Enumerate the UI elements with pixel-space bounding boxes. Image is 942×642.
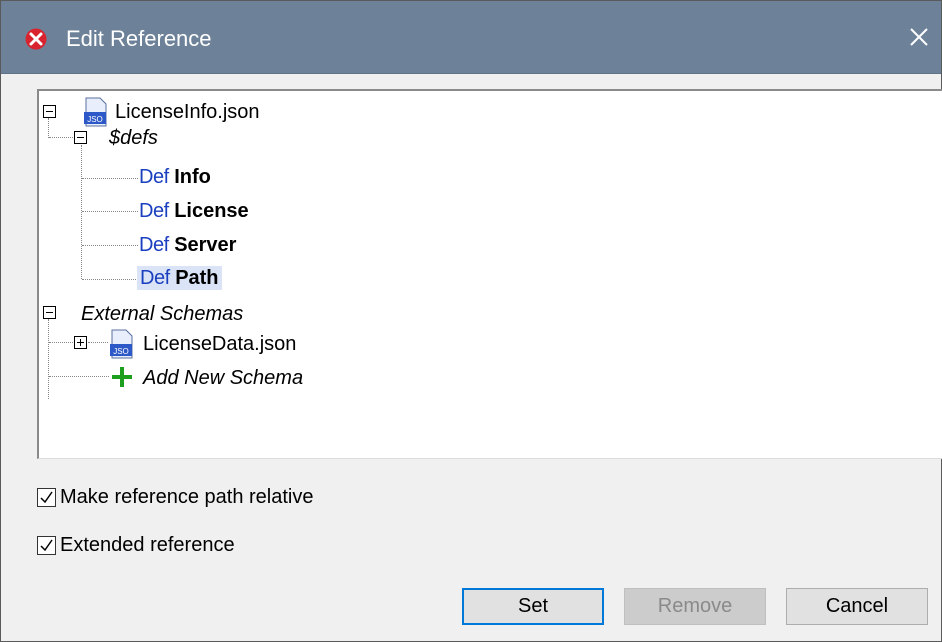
- json-badge-text: JSO: [87, 115, 103, 124]
- extended-reference-label: Extended reference: [60, 534, 235, 556]
- defs-group[interactable]: $defs: [109, 126, 158, 150]
- def-label: Info: [174, 166, 211, 188]
- relative-path-label: Make reference path relative: [60, 486, 314, 508]
- checkmark-icon: [40, 491, 53, 504]
- dialog-title: Edit Reference: [66, 26, 212, 51]
- add-plus-icon[interactable]: [111, 366, 133, 388]
- def-prefix: Def: [140, 267, 170, 289]
- def-prefix: Def: [139, 166, 169, 188]
- tree-line: [49, 137, 73, 138]
- remove-button[interactable]: Remove: [624, 588, 766, 625]
- tree-line: [49, 342, 73, 343]
- relative-path-option[interactable]: Make reference path relative: [37, 486, 313, 509]
- def-item[interactable]: Def Info: [139, 165, 211, 189]
- tree-line: [82, 211, 138, 212]
- tree-line: [48, 319, 49, 377]
- def-label: Server: [174, 234, 237, 256]
- schema-tree[interactable]: JSO LicenseInfo.json $defs Def Info Def …: [37, 89, 942, 459]
- tree-line: [82, 178, 138, 179]
- extended-reference-checkbox[interactable]: [37, 536, 56, 555]
- expand-icon[interactable]: [74, 336, 87, 349]
- tree-line: [82, 245, 138, 246]
- collapse-icon[interactable]: [43, 105, 56, 118]
- cancel-button[interactable]: Cancel: [786, 588, 928, 625]
- collapse-icon[interactable]: [74, 131, 87, 144]
- json-file-icon: JSO: [84, 97, 107, 127]
- tree-line: [88, 342, 108, 343]
- tree-line: [81, 145, 82, 279]
- tree-root-file[interactable]: LicenseInfo.json: [115, 100, 260, 124]
- def-prefix: Def: [139, 200, 169, 222]
- def-item[interactable]: Def Server: [139, 233, 236, 257]
- add-new-schema[interactable]: Add New Schema: [143, 366, 303, 390]
- app-logo-icon: [25, 28, 47, 50]
- tree-line: [49, 376, 109, 377]
- collapse-icon[interactable]: [43, 306, 56, 319]
- def-item-selected[interactable]: Def Path: [137, 266, 222, 290]
- def-label: Path: [175, 267, 219, 289]
- def-item[interactable]: Def License: [139, 199, 249, 223]
- checkmark-icon: [40, 539, 53, 552]
- def-label: License: [174, 200, 249, 222]
- external-schemas-group[interactable]: External Schemas: [81, 302, 243, 326]
- title-bar: Edit Reference: [1, 1, 941, 74]
- json-badge-text: JSO: [113, 347, 129, 356]
- extended-reference-option[interactable]: Extended reference: [37, 534, 235, 557]
- tree-line: [82, 279, 138, 280]
- json-file-icon: JSO: [110, 329, 133, 359]
- relative-path-checkbox[interactable]: [37, 488, 56, 507]
- edit-reference-dialog: Edit Reference JSO LicenseInfo.json $def…: [0, 0, 942, 642]
- set-button[interactable]: Set: [462, 588, 604, 625]
- close-icon[interactable]: [905, 23, 933, 51]
- tree-line: [48, 118, 49, 138]
- def-prefix: Def: [139, 234, 169, 256]
- external-schema-file[interactable]: LicenseData.json: [143, 332, 296, 356]
